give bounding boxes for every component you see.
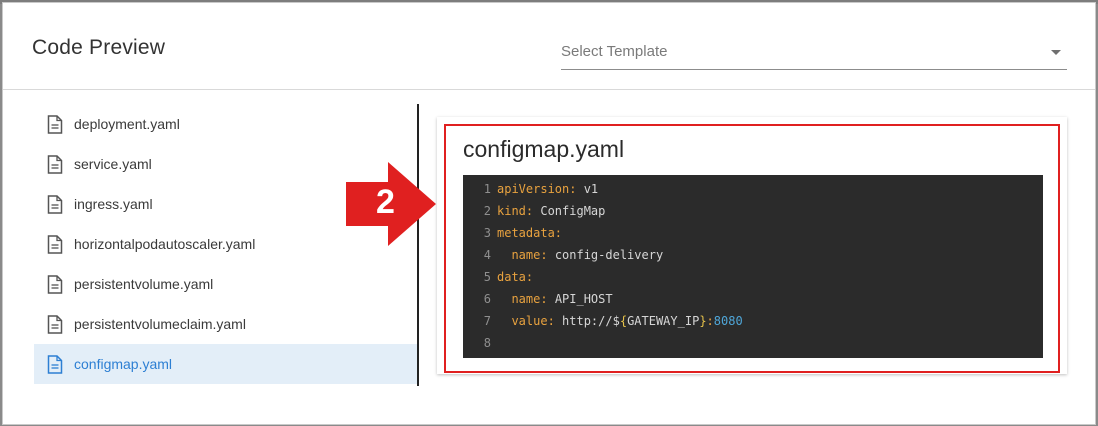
code-line: 5 data: [463,266,533,288]
file-name: persistentvolumeclaim.yaml [74,316,246,332]
line-number: 7 [483,314,491,328]
code-line: 1 apiVersion: v1 [463,178,598,200]
yaml-separator: : [569,182,584,196]
yaml-value: API_HOST [554,292,613,306]
template-select[interactable]: Select Template [561,39,1067,70]
yaml-number: 8080 [713,314,743,328]
line-number: 2 [483,204,491,218]
yaml-brace: { [619,314,628,328]
dialog-title: Code Preview [32,36,166,59]
template-select-placeholder: Select Template [561,43,668,60]
code-line: 6 name: API_HOST [463,288,613,310]
file-item[interactable]: persistentvolume.yaml [34,264,418,304]
yaml-key: name [511,248,541,262]
code-line: 7 value: http://${GATEWAY_IP}:8080 [463,310,743,332]
line-number: 8 [483,336,491,350]
file-icon [47,194,63,214]
code-line: 8 [463,332,497,354]
line-number: 5 [483,270,491,284]
file-icon [47,354,63,374]
annotation-step-number: 2 [376,183,395,221]
dialog-header: Code Preview Select Template [3,3,1095,91]
header-divider [3,89,1095,90]
code-line: 4 name: config-delivery [463,244,663,266]
preview-title: configmap.yaml [463,136,625,162]
yaml-value: http://$ [562,314,620,328]
yaml-colon: : [706,314,714,328]
yaml-key: value [511,314,548,328]
yaml-value: config-delivery [554,248,664,262]
file-item[interactable]: persistentvolumeclaim.yaml [34,304,418,344]
line-number: 1 [483,182,491,196]
dropdown-arrow-icon [1051,50,1061,55]
file-icon [47,274,63,294]
code-line: 3 metadata: [463,222,562,244]
file-name: horizontalpodautoscaler.yaml [74,236,256,252]
file-name: persistentvolume.yaml [74,276,214,292]
yaml-separator: : [554,226,563,240]
yaml-key: name [511,292,541,306]
file-name: deployment.yaml [74,116,180,132]
line-number: 6 [483,292,491,306]
file-name: ingress.yaml [74,196,153,212]
line-number: 3 [483,226,491,240]
yaml-key: kind [497,204,526,218]
file-name: service.yaml [74,156,152,172]
yaml-key: data [497,270,526,284]
file-item[interactable]: deployment.yaml [34,104,418,144]
file-icon [47,154,63,174]
file-icon [47,114,63,134]
preview-card: configmap.yaml 1 apiVersion: v1 2 kind: Con… [437,117,1067,374]
line-number: 4 [483,248,491,262]
file-icon [47,234,63,254]
code-line: 2 kind: ConfigMap [463,200,606,222]
yaml-value: v1 [583,182,599,196]
yaml-separator: : [540,248,555,262]
yaml-separator: : [525,204,541,218]
yaml-brace: } [699,314,707,328]
file-name: configmap.yaml [74,356,173,372]
yaml-key: metadata [497,226,555,240]
yaml-separator: : [547,314,563,328]
file-icon [47,314,63,334]
file-item[interactable]: configmap.yaml [34,344,418,384]
yaml-key: apiVersion [497,182,570,196]
yaml-separator: : [540,292,555,306]
yaml-value: ConfigMap [540,204,606,218]
code-editor: 1 apiVersion: v1 2 kind: ConfigMap 3 metadata… [463,175,1043,358]
yaml-separator: : [525,270,534,284]
code-preview-dialog: Code Preview Select Template deployment.… [2,2,1096,425]
yaml-variable: GATEWAY_IP [627,314,700,328]
